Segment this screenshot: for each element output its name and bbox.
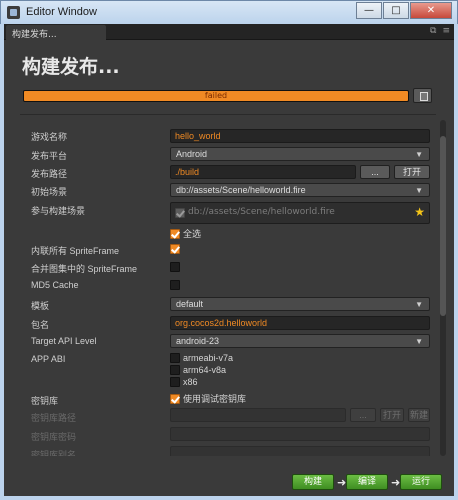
- debug-keystore-checkbox[interactable]: [170, 393, 180, 404]
- tab-build[interactable]: 构建发布...: [6, 25, 106, 40]
- maximize-button[interactable]: □: [383, 2, 409, 19]
- minimize-button[interactable]: —: [356, 2, 382, 19]
- window-titlebar: Editor Window — □ ✕: [0, 0, 458, 24]
- panel-tab-strip: 构建发布... ⧉ ≡: [4, 24, 454, 40]
- merge-spriteframe-label: 合并图集中的 SpriteFrame: [31, 264, 138, 274]
- menu-icon[interactable]: ≡: [442, 26, 450, 36]
- arrow-right-icon: ➜: [391, 476, 401, 489]
- popout-icon[interactable]: ⧉: [430, 26, 436, 36]
- chevron-down-icon: ▼: [415, 300, 423, 309]
- page-title: 构建发布...: [22, 56, 120, 78]
- target-api-select[interactable]: android-23 ▼: [170, 334, 430, 348]
- select-all-checkbox[interactable]: [170, 228, 180, 239]
- chevron-down-icon: ▼: [415, 186, 423, 195]
- select-all-row[interactable]: 全选: [170, 227, 201, 240]
- scrollbar-thumb[interactable]: [440, 136, 446, 316]
- debug-keystore-label: 使用调试密钥库: [183, 394, 247, 404]
- abi-option-armeabi[interactable]: armeabi-v7a: [170, 352, 233, 363]
- start-scene-value: db://assets/Scene/helloworld.fire: [176, 185, 306, 195]
- compile-button[interactable]: 编译: [346, 474, 388, 490]
- arrow-right-icon: ➜: [337, 476, 347, 489]
- inline-spriteframe-row[interactable]: [170, 243, 180, 254]
- progress-status-text: failed: [204, 91, 228, 100]
- scene-checkbox[interactable]: [175, 208, 185, 218]
- divider: [20, 114, 436, 115]
- target-api-label: Target API Level: [31, 336, 97, 346]
- template-select[interactable]: default ▼: [170, 297, 430, 311]
- keystore-path-input[interactable]: [170, 408, 346, 422]
- build-settings-form: 游戏名称 hello_world 发布平台 Android ▼ 发布路径 ./bu…: [20, 118, 434, 456]
- md5-cache-row[interactable]: [170, 279, 180, 290]
- document-icon-button[interactable]: [413, 88, 432, 103]
- build-button[interactable]: 构建: [292, 474, 334, 490]
- target-api-value: android-23: [176, 336, 220, 346]
- start-scene-select[interactable]: db://assets/Scene/helloworld.fire ▼: [170, 183, 430, 197]
- keystore-alias-input[interactable]: [170, 446, 430, 456]
- build-path-label: 发布路径: [31, 169, 68, 179]
- abi-checkbox[interactable]: [170, 376, 180, 387]
- debug-keystore-row[interactable]: 使用调试密钥库: [170, 392, 246, 405]
- inline-spriteframe-label: 内联所有 SpriteFrame: [31, 246, 120, 256]
- app-icon: [7, 6, 20, 19]
- keystore-path-label: 密钥库路径: [31, 413, 77, 423]
- chevron-down-icon: ▼: [415, 337, 423, 346]
- run-button[interactable]: 运行: [400, 474, 442, 490]
- package-name-input[interactable]: org.cocos2d.helloworld: [170, 316, 430, 330]
- browse-path-button[interactable]: ...: [360, 165, 390, 179]
- scene-list: db://assets/Scene/helloworld.fire ★: [170, 202, 430, 224]
- window-title: Editor Window: [26, 6, 97, 18]
- md5-cache-checkbox[interactable]: [170, 279, 180, 290]
- tab-tools: ⧉ ≡: [430, 26, 450, 36]
- package-name-label: 包名: [31, 320, 50, 330]
- start-scene-label: 初始场景: [31, 187, 68, 197]
- inline-spriteframe-checkbox[interactable]: [170, 243, 180, 254]
- app-abi-label: APP ABI: [31, 354, 66, 364]
- keystore-label: 密钥库: [31, 396, 59, 406]
- open-path-button[interactable]: 打开: [394, 165, 430, 179]
- star-icon: ★: [414, 205, 425, 219]
- keystore-alias-label: 密钥库别名: [31, 450, 77, 456]
- close-button[interactable]: ✕: [410, 2, 452, 19]
- merge-spriteframe-checkbox[interactable]: [170, 261, 180, 272]
- abi-option-arm64[interactable]: arm64-v8a: [170, 364, 226, 375]
- game-name-label: 游戏名称: [31, 132, 68, 142]
- game-name-input[interactable]: hello_world: [170, 129, 430, 143]
- platform-select[interactable]: Android ▼: [170, 147, 430, 161]
- platform-label: 发布平台: [31, 151, 68, 161]
- included-scenes-label: 参与构建场景: [31, 206, 86, 216]
- keystore-password-label: 密钥库密码: [31, 432, 77, 442]
- abi-label: arm64-v8a: [183, 364, 227, 375]
- md5-cache-label: MD5 Cache: [31, 280, 79, 290]
- keystore-open-button[interactable]: 打开: [380, 408, 404, 422]
- abi-checkbox[interactable]: [170, 364, 180, 375]
- build-progress-bar: failed: [23, 90, 409, 102]
- chevron-down-icon: ▼: [415, 150, 423, 159]
- abi-label: x86: [183, 376, 198, 387]
- select-all-label: 全选: [183, 229, 202, 239]
- keystore-new-button[interactable]: 新建: [408, 408, 430, 422]
- template-value: default: [176, 299, 204, 309]
- abi-checkbox[interactable]: [170, 352, 180, 363]
- abi-label: armeabi-v7a: [183, 352, 234, 363]
- build-path-input[interactable]: ./build: [170, 165, 356, 179]
- window-controls: — □ ✕: [355, 2, 452, 19]
- form-scrollbar[interactable]: [440, 120, 446, 456]
- template-label: 模板: [31, 301, 50, 311]
- merge-spriteframe-row[interactable]: [170, 261, 180, 272]
- keystore-browse-button[interactable]: ...: [350, 408, 376, 422]
- keystore-password-input[interactable]: [170, 427, 430, 441]
- abi-option-x86[interactable]: x86: [170, 376, 198, 387]
- scene-path: db://assets/Scene/helloworld.fire: [188, 207, 335, 217]
- platform-value: Android: [176, 149, 208, 159]
